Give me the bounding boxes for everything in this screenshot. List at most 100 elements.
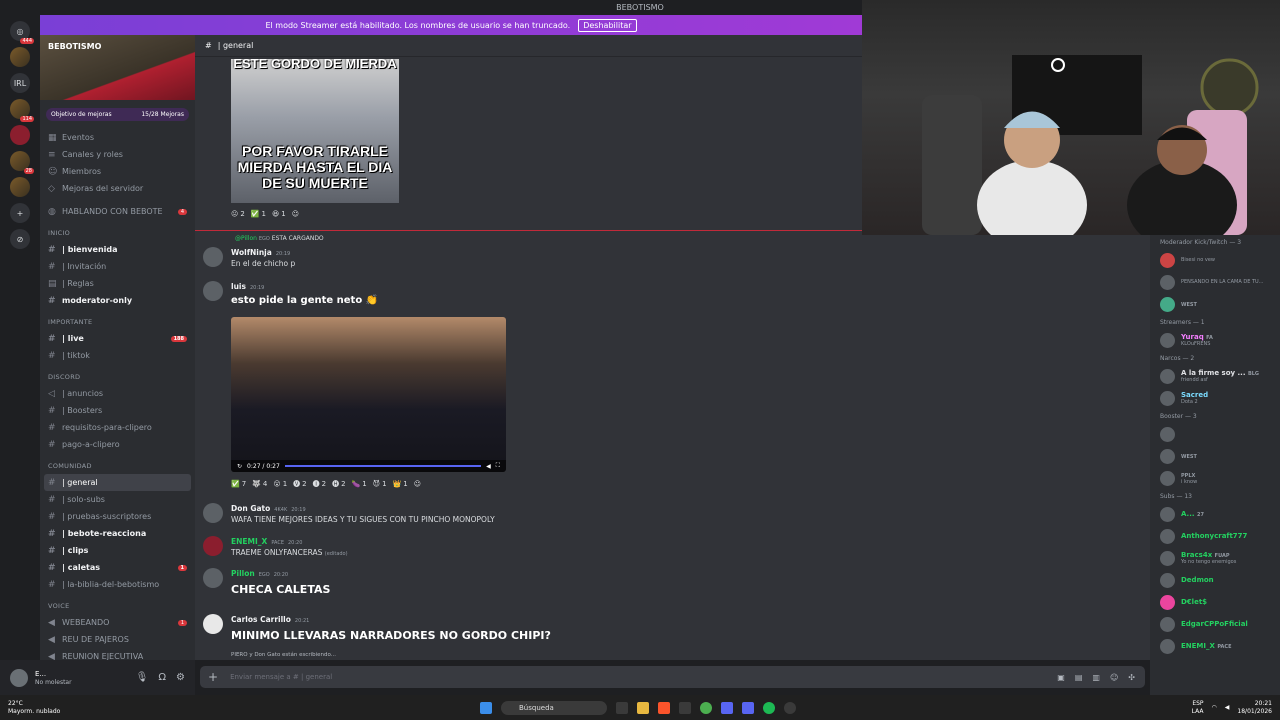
server-icon-bebotismo[interactable] <box>10 125 30 145</box>
menu-server-boosts[interactable]: ◇ Mejoras del servidor <box>40 180 195 197</box>
add-reaction-icon[interactable]: ☺ <box>414 480 421 488</box>
channel-clips[interactable]: # | clips <box>40 542 195 559</box>
channel-requisitos[interactable]: # requisitos-para-clipero <box>40 419 195 436</box>
mic-icon[interactable]: 🎙 <box>136 672 149 683</box>
channel-bienvenida[interactable]: # | bienvenida <box>40 241 195 258</box>
reaction[interactable]: 🅘 2 <box>313 479 326 489</box>
avatar[interactable] <box>203 568 223 588</box>
chrome-icon[interactable] <box>700 701 712 714</box>
channel-live[interactable]: # | live 188 <box>40 330 195 347</box>
channel-caletas[interactable]: # | caletas 1 <box>40 559 195 576</box>
add-attachment-icon[interactable]: + <box>208 670 218 684</box>
member-item[interactable]: A... 27 <box>1150 503 1280 525</box>
member-item[interactable]: Sacred Dota 2 <box>1150 387 1280 409</box>
boost-progress[interactable]: Objetivo de mejoras 15/28 Mejoras <box>46 108 189 121</box>
app-icon[interactable] <box>784 701 796 714</box>
channel-moderator-only[interactable]: # moderator-only <box>40 292 195 309</box>
gift-icon[interactable]: ▣ <box>1057 673 1065 682</box>
member-item[interactable]: PPLX i know <box>1150 467 1280 489</box>
volume-icon[interactable]: ◀ <box>486 463 491 470</box>
channel-pruebas[interactable]: # | pruebas-suscriptores <box>40 508 195 525</box>
avatar[interactable] <box>10 668 28 687</box>
voice-webeando[interactable]: ◀ WEBEANDO 1 <box>40 614 195 631</box>
avatar[interactable] <box>203 614 223 634</box>
reaction[interactable]: 😆 1 <box>272 210 286 218</box>
start-icon[interactable] <box>480 701 492 714</box>
clock[interactable]: 20:21 18/01/2026 <box>1237 700 1272 716</box>
add-reaction-icon[interactable]: ☺ <box>292 210 299 218</box>
reaction[interactable]: ✅ 7 <box>231 480 246 488</box>
message-author[interactable]: WolfNinja 20:19 <box>231 248 290 257</box>
channel-solo-subs[interactable]: # | solo-subs <box>40 491 195 508</box>
server-icon[interactable] <box>10 177 30 197</box>
reaction[interactable]: 🅗 2 <box>332 479 345 489</box>
member-item[interactable]: ENEMI_X PACE <box>1150 635 1280 657</box>
category-comunidad[interactable]: COMUNIDAD <box>40 457 195 474</box>
discord-icon[interactable] <box>742 701 754 714</box>
channel-biblia[interactable]: # | la-biblia-del-bebotismo <box>40 576 195 593</box>
avatar[interactable] <box>203 536 223 556</box>
member-item[interactable]: WEST <box>1150 445 1280 467</box>
server-icon[interactable] <box>10 47 30 67</box>
sticker-icon[interactable]: ▥ <box>1092 673 1100 682</box>
reaction[interactable]: ✅ 1 <box>251 210 266 218</box>
server-icon[interactable]: 114 <box>10 99 34 122</box>
category-inicio[interactable]: INICIO <box>40 224 195 241</box>
message-input[interactable]: + Enviar mensaje a # | general ▣ ▤ ▥ ☺ ✣ <box>200 666 1145 688</box>
avatar[interactable] <box>203 247 223 267</box>
reaction[interactable]: 🐺 4 <box>252 480 267 488</box>
message-author[interactable]: Don Gato 4K4K 20:19 <box>231 504 306 513</box>
volume-icon[interactable]: ◀ <box>1225 704 1230 712</box>
channel-reglas[interactable]: ▤ | Reglas <box>40 275 195 292</box>
reaction[interactable]: 👑 1 <box>393 480 408 488</box>
explore-icon[interactable]: ⊘ <box>10 229 30 249</box>
reaction[interactable]: 🅥 2 <box>293 479 306 489</box>
teams-icon[interactable] <box>721 701 733 714</box>
voice-reu-pajeros[interactable]: ◀ REU DE PAJEROS <box>40 631 195 648</box>
menu-events[interactable]: ▦ Eventos <box>40 129 195 146</box>
message-author[interactable]: luis 20:19 <box>231 282 264 291</box>
store-icon[interactable] <box>679 701 691 714</box>
member-item[interactable]: Anthonycraft777 <box>1150 525 1280 547</box>
member-item[interactable]: Dedmon <box>1150 569 1280 591</box>
file-explorer-icon[interactable] <box>637 701 649 714</box>
channel-tiktok[interactable]: # | tiktok <box>40 347 195 364</box>
gif-icon[interactable]: ▤ <box>1075 673 1083 682</box>
server-name[interactable]: BEBOTISMO <box>48 42 101 51</box>
taskbar-search[interactable]: Búsqueda <box>501 700 607 715</box>
avatar[interactable] <box>203 503 223 523</box>
spotify-icon[interactable] <box>763 701 775 714</box>
reaction[interactable]: 🍆 1 <box>352 480 367 488</box>
message-author[interactable]: ENEMI_X PACE 20:20 <box>231 537 302 546</box>
channel-boosters[interactable]: # | Boosters <box>40 402 195 419</box>
member-item[interactable]: WEST <box>1150 293 1280 315</box>
emoji-icon[interactable]: ☺ <box>1110 673 1118 682</box>
member-item[interactable]: A la firme soy ... BLG friendd asf <box>1150 365 1280 387</box>
member-item[interactable]: Yuraq FA KLOuFRENS <box>1150 329 1280 351</box>
message-author[interactable]: Carlos Carrillo 20:21 <box>231 615 309 624</box>
fullscreen-icon[interactable]: ⛶ <box>496 462 500 470</box>
channel-general[interactable]: # | general <box>44 474 191 491</box>
avatar[interactable] <box>203 281 223 301</box>
headphones-icon[interactable]: Ω <box>158 672 166 683</box>
reaction[interactable]: 😮 1 <box>273 480 287 488</box>
channel-invitacion[interactable]: # | Invitación <box>40 258 195 275</box>
add-server-icon[interactable]: + <box>10 203 30 223</box>
gear-icon[interactable]: ⚙ <box>176 672 185 683</box>
task-view-icon[interactable] <box>616 701 628 714</box>
server-banner[interactable]: BEBOTISMO <box>40 35 195 100</box>
language-indicator[interactable]: ESP LAA <box>1192 700 1204 716</box>
apps-icon[interactable]: ✣ <box>1128 673 1135 682</box>
video-progress[interactable] <box>284 465 482 467</box>
video-player[interactable]: ↻ 0:27 / 0:27 ◀ ⛶ <box>231 317 506 472</box>
category-importante[interactable]: IMPORTANTE <box>40 313 195 330</box>
reaction[interactable]: 😖 2 <box>231 210 245 218</box>
member-item[interactable]: D€let$ <box>1150 591 1280 613</box>
play-icon[interactable]: ↻ <box>237 463 242 470</box>
meme-image[interactable]: ESTE GORDO DE MIERDA POR FAVOR TIRARLE M… <box>231 59 399 203</box>
category-voice[interactable]: VOICE <box>40 597 195 614</box>
channel-bebote-reacciona[interactable]: # | bebote-reacciona <box>40 525 195 542</box>
discord-home-icon[interactable]: ◎ 444 <box>10 21 34 44</box>
disable-streamer-button[interactable]: Deshabilitar <box>578 18 637 32</box>
member-item[interactable]: PENSANDO EN LA CAMA DE TU... <box>1150 271 1280 293</box>
